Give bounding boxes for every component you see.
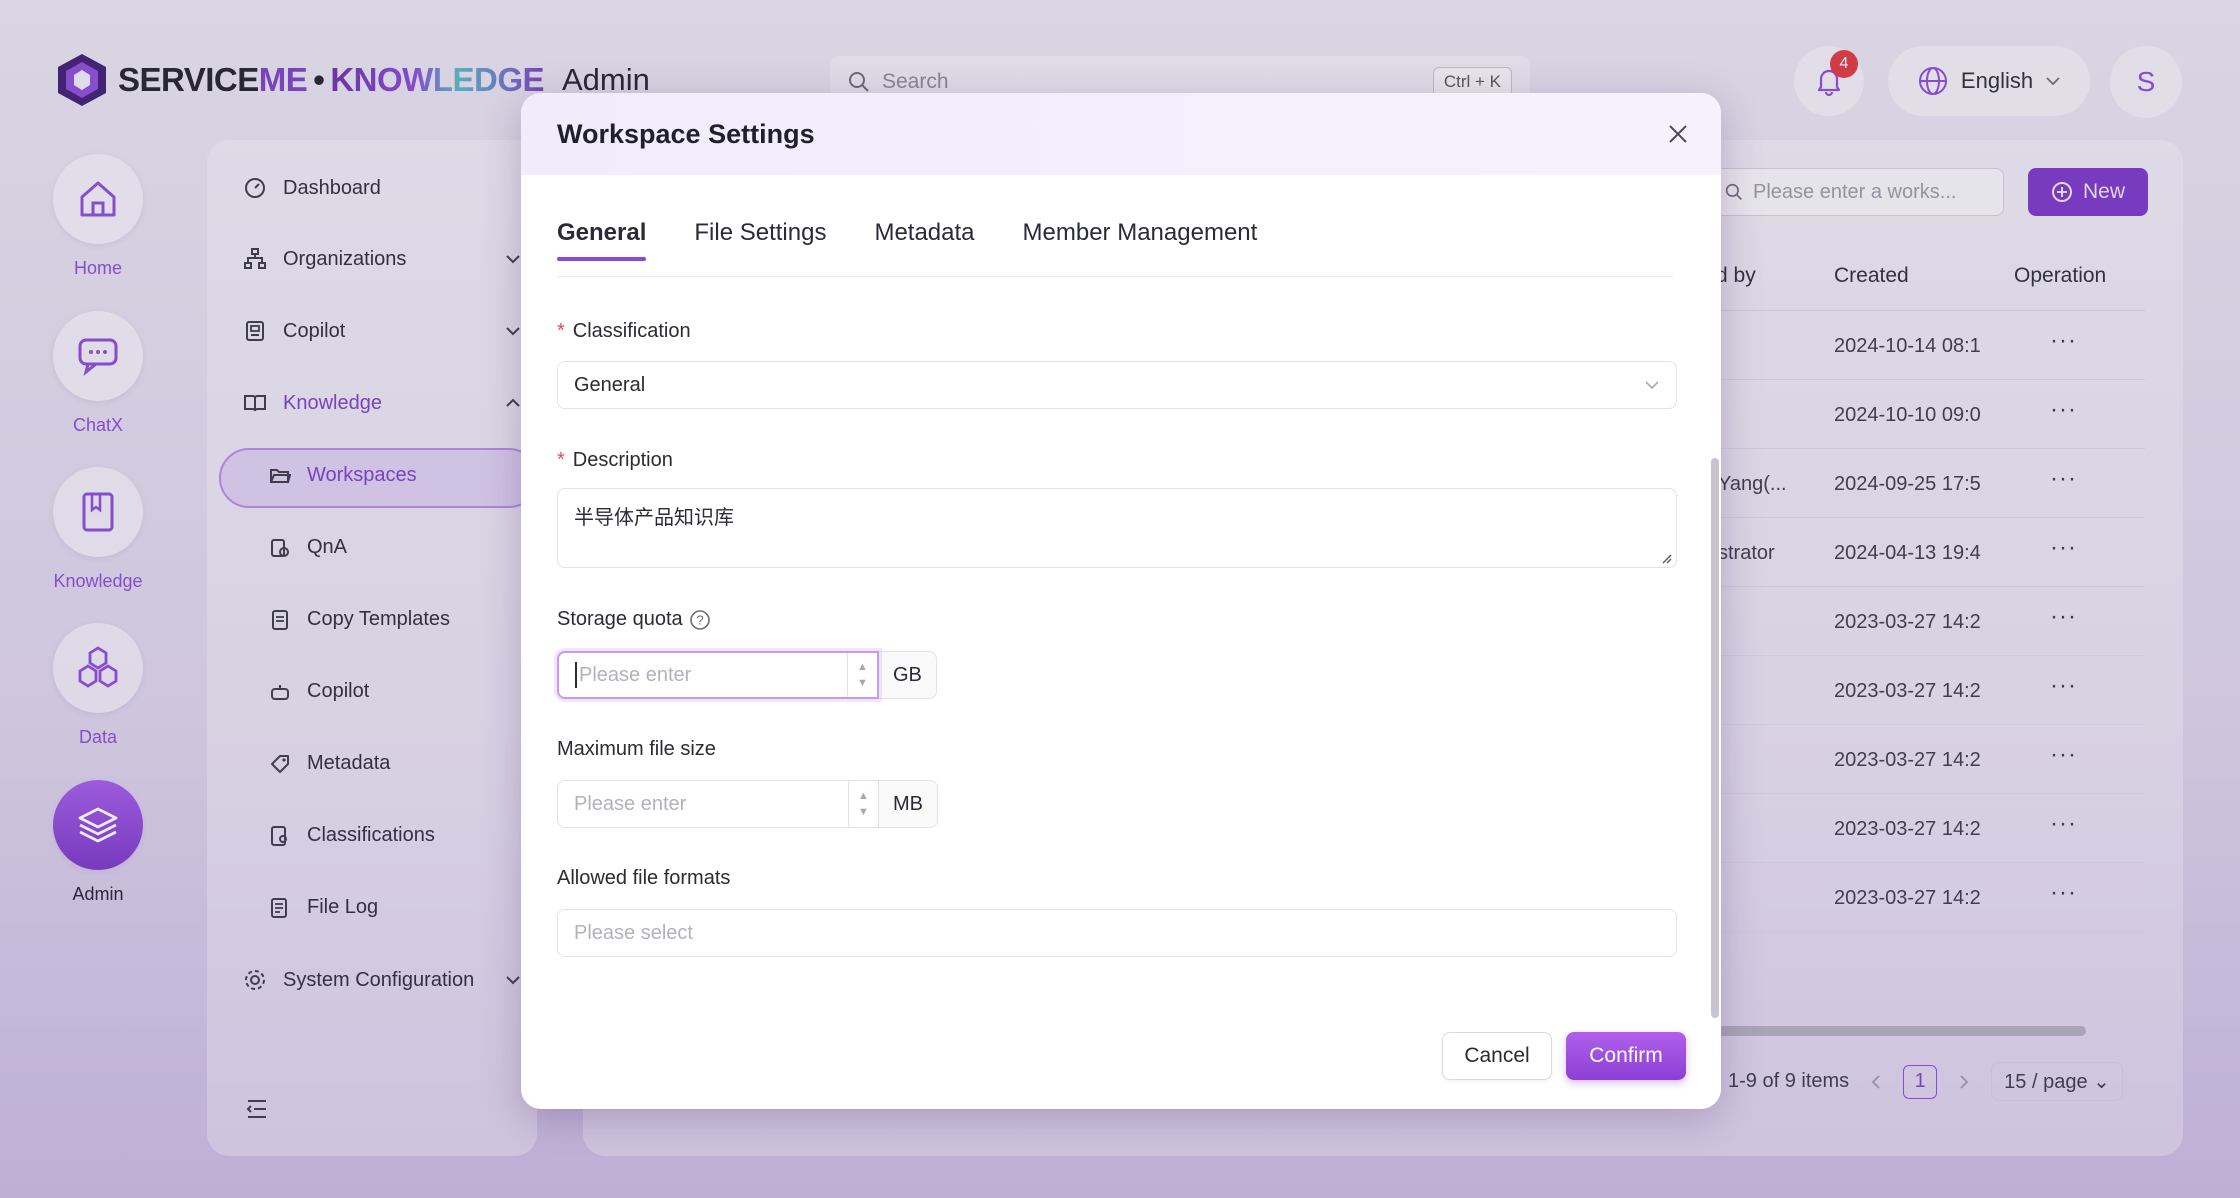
modal-header: Workspace Settings (521, 93, 1721, 175)
max-file-size-stepper[interactable]: ▲ ▼ (848, 781, 878, 827)
tab-member-management[interactable]: Member Management (1023, 219, 1258, 261)
help-circle-icon[interactable]: ? (689, 609, 711, 631)
chevron-down-icon (1645, 381, 1659, 390)
chevron-down-icon[interactable]: ▼ (858, 806, 869, 818)
description-value: 半导体产品知识库 (574, 505, 734, 529)
tabs-divider (557, 276, 1673, 277)
storage-quota-input[interactable]: Please enter ▲ ▼ (557, 651, 879, 699)
storage-quota-label-text: Storage quota (557, 608, 683, 630)
chevron-up-icon[interactable]: ▲ (857, 661, 868, 673)
allowed-formats-select[interactable]: Please select (557, 909, 1677, 957)
chevron-down-icon[interactable]: ▼ (857, 677, 868, 689)
max-file-size-label: Maximum file size (557, 738, 716, 760)
allowed-formats-label: Allowed file formats (557, 867, 731, 889)
storage-quota-group: Please enter ▲ ▼ GB (557, 651, 937, 699)
classification-select[interactable]: General (557, 361, 1677, 409)
close-icon[interactable] (1661, 117, 1695, 151)
cancel-button[interactable]: Cancel (1442, 1032, 1552, 1080)
modal-title: Workspace Settings (557, 118, 815, 149)
storage-quota-unit: GB (879, 651, 937, 699)
app-root: SERVICEME • KNOWLEDGE Admin Search Ctrl + … (0, 0, 2240, 1198)
storage-quota-placeholder: Please enter (579, 663, 692, 686)
tab-file-settings[interactable]: File Settings (694, 219, 826, 261)
description-label-text: Description (572, 449, 673, 471)
settings-tabs: General File Settings Metadata Member Ma… (557, 219, 1257, 261)
max-file-size-unit: MB (879, 780, 938, 828)
chevron-up-icon[interactable]: ▲ (858, 790, 869, 802)
allowed-formats-placeholder: Please select (574, 921, 693, 944)
classification-label-text: Classification (572, 320, 691, 342)
text-cursor (575, 662, 577, 688)
description-textarea[interactable]: 半导体产品知识库 (557, 488, 1677, 568)
required-mark: * (557, 449, 565, 471)
workspace-settings-modal: Workspace Settings General File Settings… (521, 93, 1721, 1109)
required-mark: * (557, 320, 565, 342)
max-file-size-group: Please enter ▲ ▼ MB (557, 780, 938, 828)
max-file-size-placeholder: Please enter (574, 792, 687, 815)
storage-quota-stepper[interactable]: ▲ ▼ (847, 653, 877, 697)
classification-value: General (574, 373, 646, 396)
confirm-button[interactable]: Confirm (1566, 1032, 1686, 1080)
svg-text:?: ? (696, 612, 703, 627)
description-label: * Description (557, 449, 673, 472)
tab-metadata[interactable]: Metadata (874, 219, 974, 261)
storage-quota-label: Storage quota ? (557, 608, 711, 631)
resize-grip-icon[interactable] (1660, 552, 1672, 564)
tab-general[interactable]: General (557, 219, 647, 261)
max-file-size-input[interactable]: Please enter ▲ ▼ (557, 780, 879, 828)
modal-vertical-scrollbar[interactable] (1711, 458, 1719, 1018)
classification-label: * Classification (557, 320, 691, 343)
